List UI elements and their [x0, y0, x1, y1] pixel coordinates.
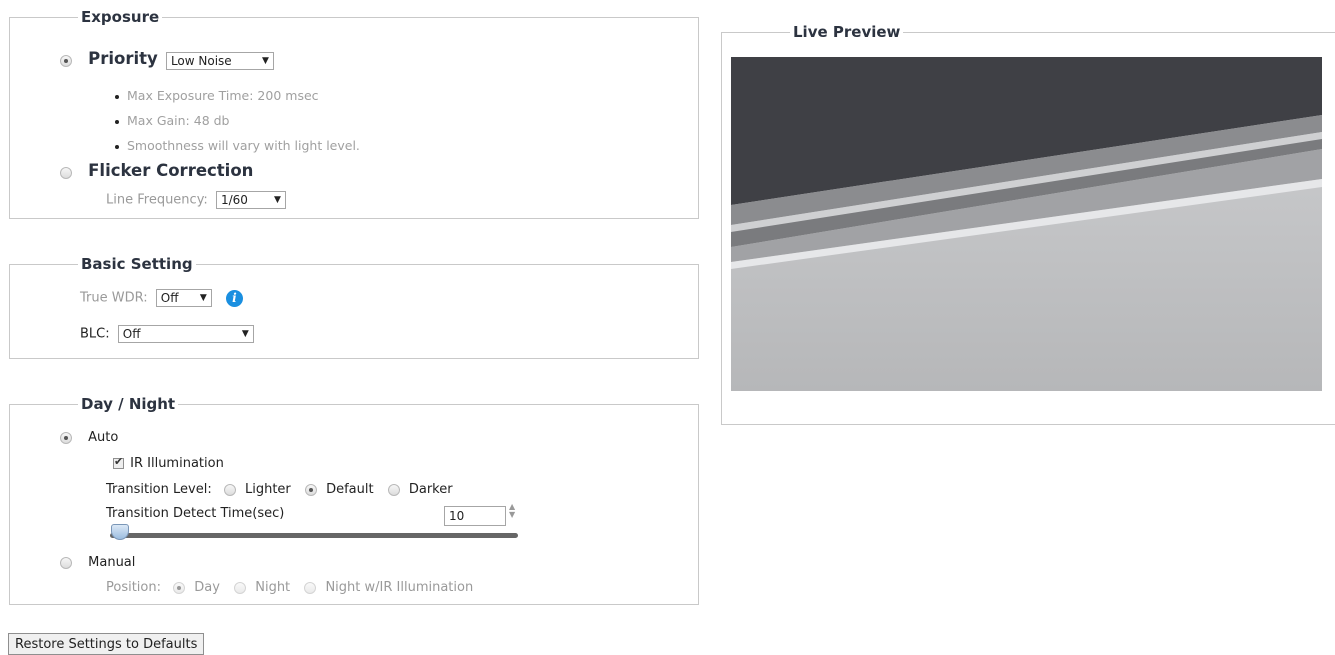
- live-preview-image: [731, 57, 1322, 391]
- transition-level-row: Transition Level: Lighter Default Darker: [106, 482, 453, 497]
- flicker-row: Flicker Correction: [60, 161, 253, 180]
- flicker-label: Flicker Correction: [88, 161, 254, 180]
- manual-radio[interactable]: [60, 556, 72, 569]
- wdr-select[interactable]: Off ▼: [155, 289, 212, 307]
- blc-label: BLC:: [80, 326, 110, 342]
- position-label: Position:: [106, 580, 161, 595]
- chevron-down-icon: ▼: [274, 195, 281, 205]
- spinner-arrows-icon[interactable]: ▲ ▼: [509, 503, 515, 519]
- auto-label: Auto: [88, 430, 119, 445]
- position-row: Position: Day Night Night w/IR Illuminat…: [106, 580, 473, 595]
- exposure-title: Exposure: [81, 8, 160, 26]
- chevron-down-icon: ▼: [241, 329, 249, 339]
- night-ir-label: Night w/IR Illumination: [325, 580, 474, 595]
- lighter-label: Lighter: [244, 482, 291, 497]
- blc-select[interactable]: Off ▼: [117, 325, 254, 343]
- detect-time-value: 10: [449, 509, 465, 523]
- basic-setting-title: Basic Setting: [81, 255, 193, 273]
- line-frequency-row: Line Frequency: 1/60 ▼: [106, 191, 286, 209]
- priority-select[interactable]: Low Noise ▼: [165, 51, 274, 70]
- restore-defaults-button[interactable]: Restore Settings to Defaults: [8, 633, 205, 655]
- night-radio[interactable]: [234, 581, 247, 594]
- chevron-down-icon: ▼: [262, 55, 269, 66]
- default-radio[interactable]: [304, 483, 317, 496]
- priority-radio[interactable]: [60, 54, 72, 67]
- info-icon[interactable]: i: [225, 289, 243, 307]
- basic-setting-panel: Basic Setting: [9, 255, 699, 359]
- ir-label: IR Illumination: [130, 456, 224, 471]
- manual-row: Manual: [60, 555, 135, 570]
- note-item: Smoothness will vary with light level.: [115, 138, 360, 163]
- blc-row: BLC: Off ▼: [80, 325, 254, 343]
- priority-select-value: Low Noise: [170, 53, 232, 68]
- line-frequency-select[interactable]: 1/60 ▼: [215, 191, 286, 209]
- check-icon: ✔: [114, 455, 124, 468]
- lighter-radio[interactable]: [223, 483, 236, 496]
- line-frequency-value: 1/60: [220, 193, 248, 207]
- camera-feed: [731, 57, 1322, 391]
- line-frequency-label: Line Frequency:: [106, 192, 208, 208]
- priority-row: Priority Low Noise ▼: [60, 49, 274, 70]
- detect-label: Transition Detect Time(sec): [106, 506, 285, 521]
- night-label: Night: [255, 580, 291, 595]
- manual-label: Manual: [88, 555, 136, 570]
- detect-time-spinner[interactable]: 10: [444, 506, 506, 526]
- auto-row: Auto: [60, 430, 118, 445]
- chevron-down-icon: ▼: [199, 293, 207, 303]
- live-preview-title: Live Preview: [793, 23, 901, 41]
- priority-label: Priority: [88, 49, 158, 68]
- ir-row: ✔ IR Illumination: [113, 455, 224, 471]
- detect-time-slider-track[interactable]: [110, 533, 518, 538]
- auto-radio[interactable]: [60, 431, 72, 444]
- exposure-notes: Max Exposure Time: 200 msec Max Gain: 48…: [115, 88, 360, 163]
- day-night-title: Day / Night: [81, 395, 176, 413]
- transition-label: Transition Level:: [106, 482, 212, 497]
- day-radio[interactable]: [173, 581, 186, 594]
- ir-checkbox[interactable]: ✔: [113, 455, 124, 469]
- blc-value: Off: [122, 327, 141, 341]
- wdr-label: True WDR:: [80, 290, 148, 306]
- wdr-value: Off: [160, 291, 179, 305]
- note-item: Max Exposure Time: 200 msec: [115, 88, 360, 113]
- night-ir-radio[interactable]: [304, 581, 317, 594]
- day-night-panel: Day / Night: [9, 395, 699, 605]
- day-label: Day: [194, 580, 220, 595]
- default-label: Default: [326, 482, 374, 497]
- darker-radio[interactable]: [387, 483, 400, 496]
- flicker-radio[interactable]: [60, 166, 72, 179]
- darker-label: Darker: [408, 482, 453, 497]
- wdr-row: True WDR: Off ▼ i: [80, 289, 243, 307]
- note-item: Max Gain: 48 db: [115, 113, 360, 138]
